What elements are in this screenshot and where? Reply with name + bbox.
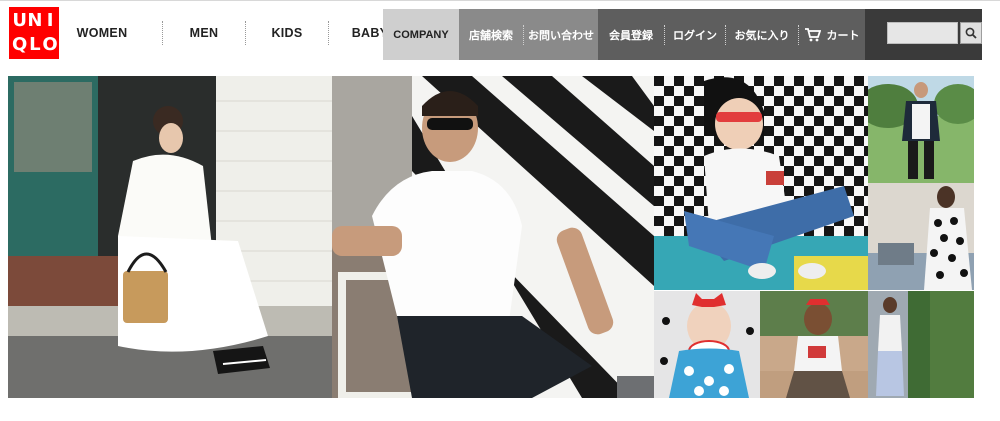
nav-women[interactable]: WOMEN	[62, 26, 142, 40]
main-nav: WOMEN MEN KIDS BABY	[62, 10, 391, 56]
register-link[interactable]: 会員登録	[598, 9, 664, 60]
cart-icon	[804, 27, 821, 41]
store-search-link[interactable]: 店舗検索	[459, 9, 523, 60]
store-section: 店舗検索 お問い合わせ	[459, 9, 598, 60]
photo-men-park[interactable]	[868, 76, 974, 183]
photo-women-hedge[interactable]	[868, 291, 974, 398]
photo-kids-girl[interactable]	[760, 291, 868, 398]
photo-baby[interactable]	[654, 291, 760, 398]
search-icon	[965, 27, 977, 39]
nav-divider	[162, 21, 163, 45]
cart-label: カート	[826, 29, 860, 42]
search-input[interactable]	[887, 22, 958, 44]
login-link[interactable]: ログイン	[665, 9, 725, 60]
account-section: 会員登録 ログイン お気に入り カート	[598, 9, 865, 60]
nav-kids[interactable]: KIDS	[266, 26, 308, 40]
hero-photo-women[interactable]	[8, 76, 332, 398]
photo-kids-checkered[interactable]	[654, 76, 868, 290]
company-link[interactable]: COMPANY	[383, 9, 459, 60]
cart-link[interactable]: カート	[799, 9, 865, 60]
logo-letter: U	[12, 10, 27, 31]
contact-link[interactable]: お問い合わせ	[524, 9, 598, 60]
uniqlo-logo[interactable]: U N I Q L O	[9, 7, 59, 59]
nav-divider	[328, 21, 329, 45]
photo-women-polka[interactable]	[868, 183, 974, 290]
hero-photo-men[interactable]	[332, 76, 654, 398]
logo-letter: O	[42, 34, 58, 55]
logo-letter: Q	[12, 34, 28, 55]
logo-letter: I	[46, 10, 54, 31]
favorites-link[interactable]: お気に入り	[726, 9, 798, 60]
logo-letter: L	[29, 34, 41, 55]
logo-letter: N	[27, 10, 43, 31]
search-button[interactable]	[960, 22, 982, 44]
top-border	[0, 0, 1000, 1]
nav-men[interactable]: MEN	[183, 26, 225, 40]
company-section: COMPANY	[383, 9, 459, 60]
nav-divider	[245, 21, 246, 45]
